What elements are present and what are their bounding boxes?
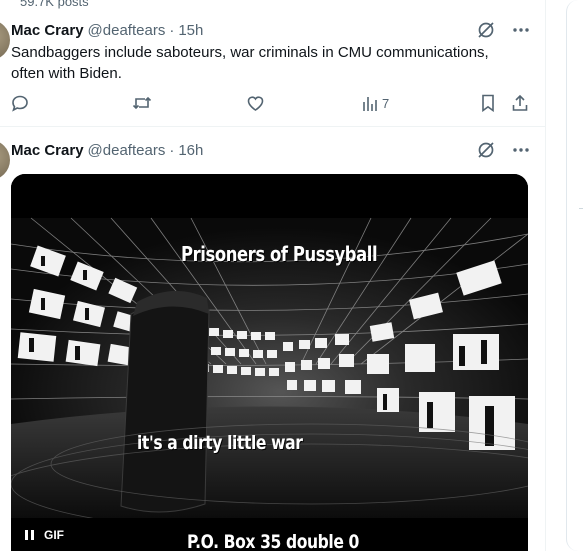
share-icon <box>511 94 529 112</box>
display-name[interactable]: Mac Crary <box>11 22 84 39</box>
gif-media[interactable]: Prisoners of Pussyball it's a dirty litt… <box>11 174 528 551</box>
sidebar-divider <box>579 208 583 209</box>
like-icon <box>246 94 265 112</box>
views-icon <box>362 94 378 112</box>
right-sidebar-edge <box>566 0 583 551</box>
share-button[interactable] <box>511 94 529 112</box>
gif-image-prison-panopticon <box>11 174 528 551</box>
avatar[interactable] <box>0 20 10 60</box>
tweet-header-actions <box>476 140 530 160</box>
reply-icon <box>11 94 29 112</box>
repost-button[interactable] <box>132 94 152 112</box>
avatar[interactable] <box>0 140 10 180</box>
grok-icon[interactable] <box>476 140 496 160</box>
gif-caption-bottom: P.O. Box 35 double 0 <box>187 531 359 551</box>
gif-badge: GIF <box>44 528 64 542</box>
gif-caption-middle: it's a dirty little war <box>137 432 303 454</box>
timestamp[interactable]: 15h <box>178 22 203 39</box>
views-count: 7 <box>382 95 390 111</box>
bookmark-button[interactable] <box>480 94 496 112</box>
tweet-actions: 7 <box>11 94 528 114</box>
user-handle[interactable]: @deaftears <box>88 22 166 39</box>
timeline: 59.7K posts Mac Crary @deaftears · 15h S… <box>0 0 546 551</box>
timestamp[interactable]: 16h <box>178 142 203 159</box>
separator-dot: · <box>169 141 175 159</box>
pause-icon[interactable] <box>25 530 34 540</box>
bookmark-icon <box>480 94 496 112</box>
repost-icon <box>132 94 152 112</box>
display-name[interactable]: Mac Crary <box>11 142 84 159</box>
gif-caption-title: Prisoners of Pussyball <box>181 242 378 266</box>
tweet-text: Sandbaggers include saboteurs, war crimi… <box>11 44 489 82</box>
gif-controls: GIF <box>25 528 64 542</box>
tweet-header: Mac Crary @deaftears · 16h <box>11 140 203 160</box>
grok-icon[interactable] <box>476 20 496 40</box>
reply-button[interactable] <box>11 94 29 112</box>
separator-dot: · <box>169 21 175 39</box>
more-icon[interactable] <box>512 21 530 39</box>
views-button[interactable]: 7 <box>362 94 389 112</box>
tweet[interactable]: Mac Crary @deaftears · 15h Sandbaggers i… <box>0 0 545 127</box>
tweet-header: Mac Crary @deaftears · 15h <box>11 20 203 40</box>
more-icon[interactable] <box>512 141 530 159</box>
tweet[interactable]: Mac Crary @deaftears · 16h Prisoners of … <box>0 128 545 551</box>
like-button[interactable] <box>246 94 265 112</box>
tweet-header-actions <box>476 20 530 40</box>
user-handle[interactable]: @deaftears <box>88 142 166 159</box>
